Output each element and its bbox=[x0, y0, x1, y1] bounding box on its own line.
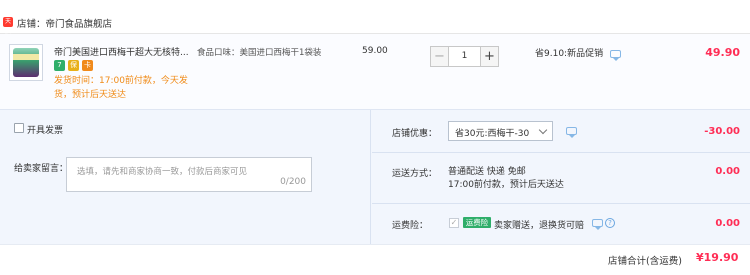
coupon-selected-value: 省30元:西梅干-30 bbox=[455, 129, 530, 139]
shipping-method: 普通配送 快递 免邮 17:00前付款，预计后天送达 bbox=[448, 166, 564, 192]
message-char-counter: 0/200 bbox=[280, 177, 306, 187]
insurance-chat-icon[interactable] bbox=[592, 219, 603, 230]
chat-bubble-icon[interactable] bbox=[610, 50, 621, 61]
ship-time-note: 发货时间：17:00前付款，今天发 货，预计后天送达 bbox=[54, 74, 194, 102]
shipping-fee-value: 0.00 bbox=[715, 166, 740, 177]
promotion-info: 省9.10:新品促销 bbox=[535, 49, 604, 59]
guarantee-icon: 保 bbox=[68, 60, 79, 71]
coupon-discount-value: -30.00 bbox=[704, 126, 740, 137]
shop-total-amount: ¥19.90 bbox=[696, 251, 739, 264]
insurance-label: 运费险： bbox=[392, 221, 429, 231]
increase-quantity-button[interactable]: + bbox=[480, 46, 499, 67]
chevron-down-icon bbox=[538, 125, 548, 135]
shop-header bbox=[0, 0, 750, 34]
help-icon[interactable]: ? bbox=[605, 218, 615, 228]
shop-name[interactable]: 店铺：帝门食品旗舰店 bbox=[17, 16, 112, 30]
tmall-shop-icon: 天猫 bbox=[3, 17, 13, 35]
coupon-info-icon[interactable] bbox=[566, 127, 577, 138]
invoice-label[interactable]: 开具发票 bbox=[27, 123, 63, 136]
message-placeholder: 选填，请先和商家协商一致，付款后商家可见 bbox=[77, 167, 248, 177]
product-image bbox=[13, 48, 39, 77]
ship-time-line-2: 货，预计后天送达 bbox=[54, 90, 127, 100]
shipping-line-2: 17:00前付款，预计后天送达 bbox=[448, 180, 564, 190]
quantity-input[interactable]: 1 bbox=[449, 46, 480, 67]
coupon-select[interactable]: 省30元:西梅干-30 bbox=[448, 121, 553, 141]
product-attribute: 食品口味：美国进口西梅干1袋装 bbox=[197, 48, 322, 58]
product-image-label bbox=[13, 54, 39, 60]
product-thumbnail[interactable] bbox=[9, 44, 43, 81]
shipping-label: 运送方式： bbox=[392, 169, 438, 179]
unit-price: 59.00 bbox=[362, 46, 388, 56]
insurance-fee-value: 0.00 bbox=[715, 218, 740, 229]
shop-total-label: 店铺合计(含运费) bbox=[608, 256, 682, 267]
decrease-quantity-button[interactable]: − bbox=[430, 46, 449, 67]
ship-time-line-1: 发货时间：17:00前付款，今天发 bbox=[54, 76, 188, 86]
item-subtotal: 49.90 bbox=[705, 46, 740, 59]
coupon-label: 店铺优惠： bbox=[392, 129, 438, 139]
seller-message-input[interactable]: 选填，请先和商家协商一致，付款后商家可见 0/200 bbox=[66, 157, 312, 192]
message-label: 给卖家留言： bbox=[14, 164, 69, 174]
divider bbox=[372, 203, 750, 204]
shipping-line-1: 普通配送 快递 免邮 bbox=[448, 167, 526, 177]
product-title[interactable]: 帝门美国进口西梅干超大无核特... bbox=[54, 45, 190, 58]
seven-day-return-icon: 7 bbox=[54, 60, 65, 71]
card-payment-icon: 卡 bbox=[82, 60, 93, 71]
insurance-checkbox[interactable]: ✓ bbox=[449, 218, 459, 228]
insurance-description: 卖家赠送，退换货可赔 bbox=[494, 221, 585, 231]
invoice-checkbox[interactable] bbox=[14, 123, 24, 133]
divider bbox=[372, 152, 750, 153]
insurance-tag: 运费险 bbox=[463, 217, 491, 228]
